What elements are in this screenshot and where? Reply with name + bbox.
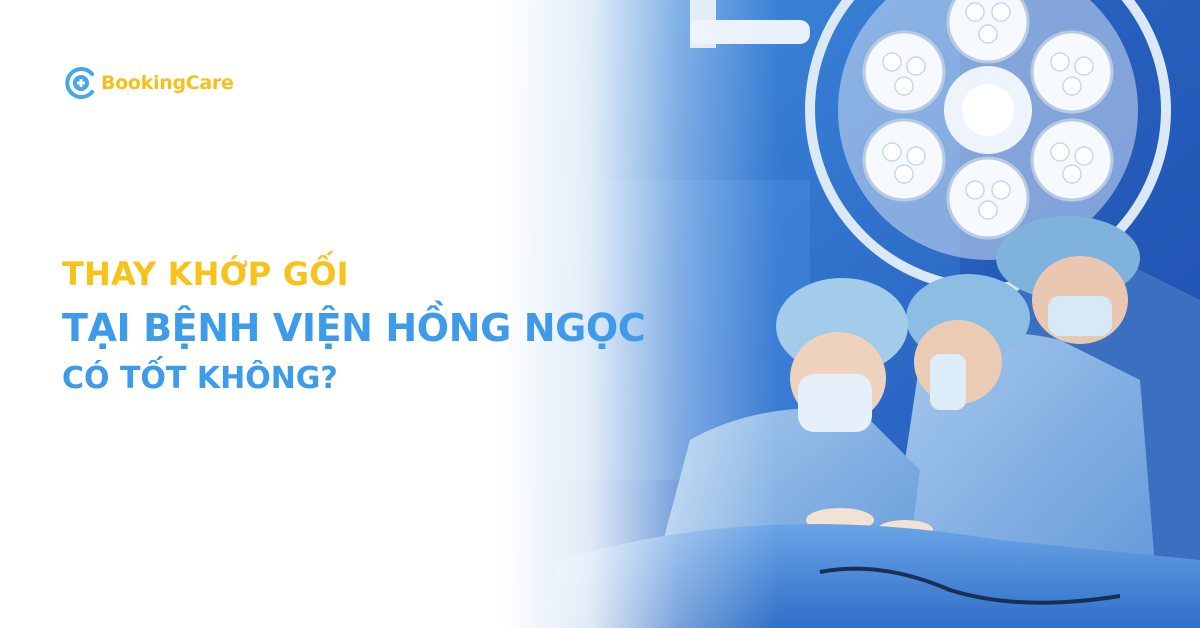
plus-in-ring-icon bbox=[65, 67, 94, 99]
headline: THAY KHỚP GỐI TẠI BỆNH VIỆN HỒNG NGỌC CÓ… bbox=[62, 255, 646, 396]
headline-line-2: TẠI BỆNH VIỆN HỒNG NGỌC bbox=[62, 306, 646, 350]
headline-line-1: THAY KHỚP GỐI bbox=[62, 255, 349, 293]
headline-line-3: CÓ TỐT KHÔNG? bbox=[62, 361, 338, 396]
brand-logo[interactable]: BookingCare bbox=[62, 64, 234, 102]
banner: BookingCare THAY KHỚP GỐI TẠI BỆNH VIỆN … bbox=[0, 0, 1200, 628]
brand-name: BookingCare bbox=[101, 72, 234, 94]
